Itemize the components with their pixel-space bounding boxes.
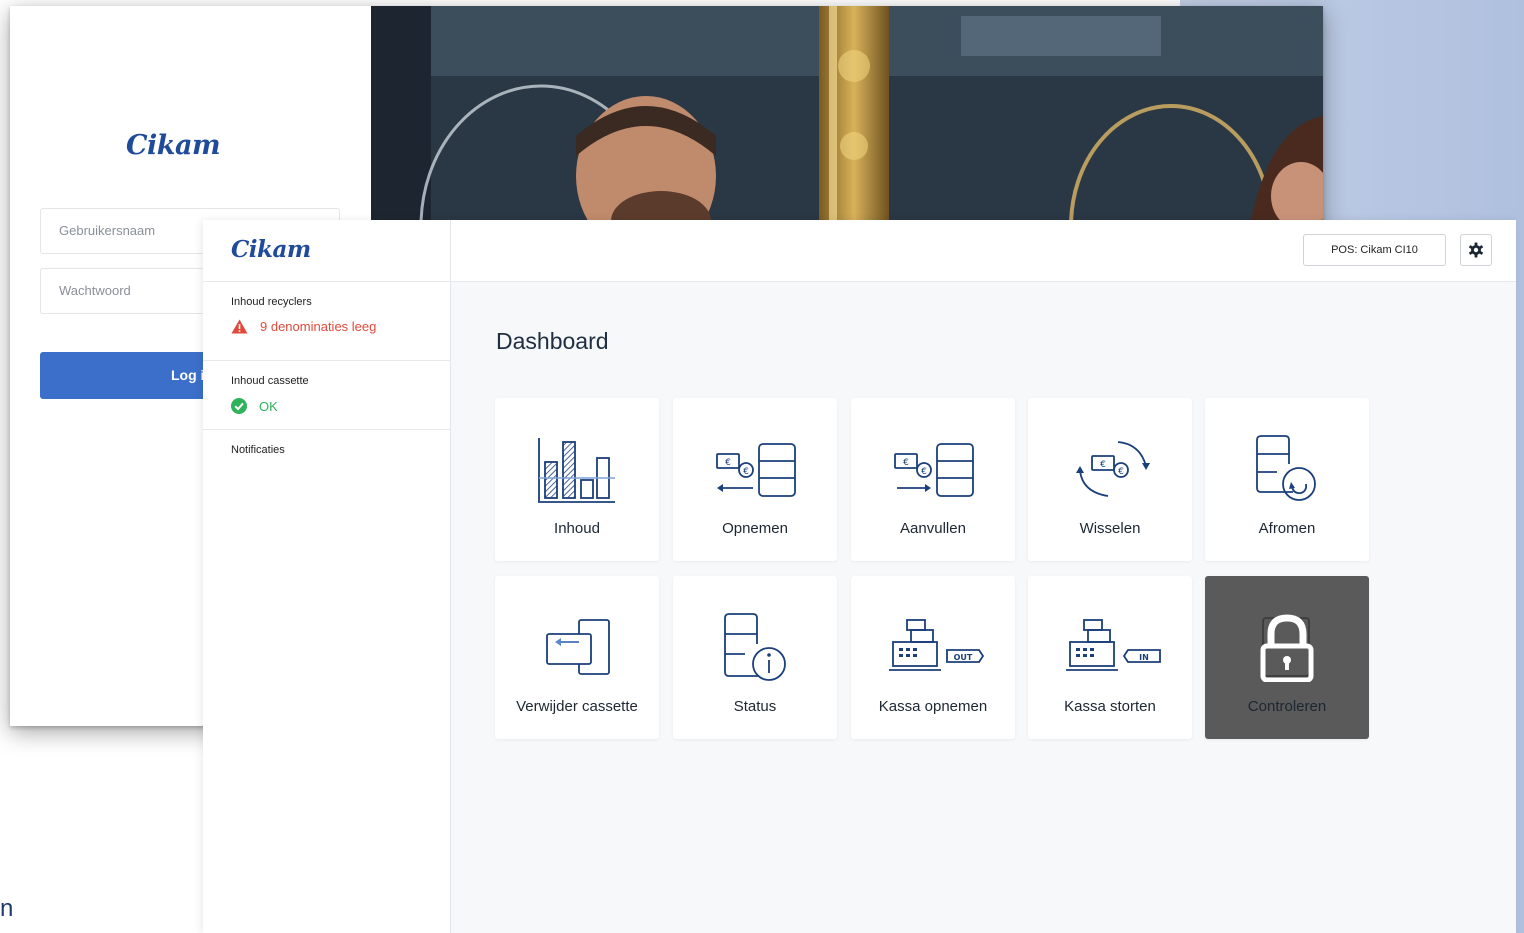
svg-text:€: € [1100,460,1106,470]
svg-text:€: € [743,467,749,477]
lock-icon [1260,614,1314,682]
sidebar: Cikam Inhoud recyclers 9 denominaties le… [203,220,451,933]
tile-controleren[interactable]: Controleren [1205,576,1369,739]
skim-icon [1256,435,1316,501]
in-badge: IN [1139,653,1149,662]
tile-label: Aanvullen [900,520,966,537]
warning-icon [231,319,248,334]
gear-icon [1469,242,1483,258]
cassette-label: Inhoud cassette [231,375,309,387]
cassette-status[interactable]: OK [231,398,278,414]
dashboard-window: Cikam Inhoud recyclers 9 denominaties le… [203,220,1516,933]
status-info-icon [724,613,786,681]
svg-text:€: € [921,467,927,477]
tile-inhoud[interactable]: Inhoud [495,398,659,561]
tile-kassa-storten[interactable]: IN Kassa storten [1028,576,1192,739]
hero-photo-illustration [371,6,1323,220]
check-circle-icon [231,398,247,414]
register-in-icon: IN [1066,619,1161,671]
top-header: POS: Cikam CI10 [451,220,1516,282]
edge-text-fragment: n [0,895,14,922]
tile-wisselen[interactable]: € € Wisselen [1028,398,1192,561]
sidebar-divider [203,429,451,430]
svg-text:€: € [725,458,731,468]
tile-opnemen[interactable]: € € Opnemen [673,398,837,561]
recyclers-status-text: 9 denominaties leeg [260,319,377,334]
svg-text:€: € [903,458,909,468]
tile-kassa-opnemen[interactable]: OUT Kassa opnemen [851,576,1015,739]
pos-selector-button[interactable]: POS: Cikam CI10 [1303,234,1446,266]
tile-label: Status [733,698,777,715]
tile-label: Kassa opnemen [878,698,988,715]
sidebar-divider [203,360,451,361]
register-out-icon: OUT [889,619,985,671]
exchange-icon: € € [1076,441,1150,497]
sidebar-divider [203,281,451,282]
bar-chart-icon [538,438,615,503]
tile-label: Kassa storten [1064,698,1156,715]
login-logo: Cikam [126,130,221,161]
recyclers-label: Inhoud recyclers [231,296,312,308]
remove-cassette-icon [546,619,610,675]
cassette-status-text: OK [259,398,278,414]
tile-label: Wisselen [1079,520,1141,537]
tile-status[interactable]: Status [673,576,837,739]
settings-button[interactable] [1460,234,1492,266]
tile-label: Inhoud [554,520,600,537]
page-title: Dashboard [496,328,609,354]
recyclers-status[interactable]: 9 denominaties leeg [231,319,376,334]
replenish-icon: € € [894,443,974,497]
tile-label: Opnemen [722,520,788,537]
login-hero-photo [371,6,1323,220]
tile-verwijder-cassette[interactable]: Verwijder cassette [495,576,659,739]
sidebar-logo: Cikam [231,236,311,263]
tile-label: Controleren [1247,698,1327,715]
out-badge: OUT [954,653,973,662]
tile-label: Afromen [1258,520,1316,537]
svg-text:€: € [1118,467,1124,477]
tile-aanvullen[interactable]: € € Aanvullen [851,398,1015,561]
tile-label: Verwijder cassette [516,698,638,715]
tile-afromen[interactable]: Afromen [1205,398,1369,561]
withdraw-icon: € € [716,443,796,497]
sidebar-item-notifications[interactable]: Notificaties [231,444,285,456]
